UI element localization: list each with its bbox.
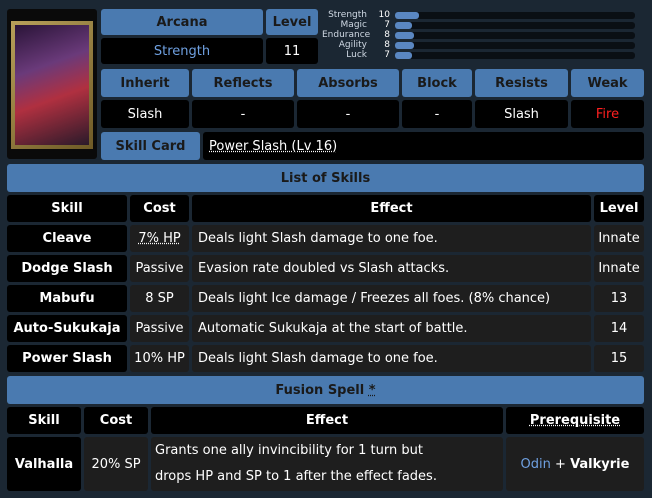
skill-card-header: Skill Card xyxy=(101,132,200,160)
skill-name: Mabufu xyxy=(7,285,127,312)
stat-label: Endurance xyxy=(322,30,371,40)
skill-name: Power Slash xyxy=(7,345,127,372)
affinity-block: - xyxy=(402,100,472,128)
affinity-header-weak: Weak xyxy=(571,69,644,97)
skill-name: Auto-Sukukaja xyxy=(7,315,127,342)
prereq-odin-link[interactable]: Odin xyxy=(521,457,551,472)
fusion-col-prerequisite[interactable]: Prerequisite xyxy=(506,407,644,434)
fusion-col-skill: Skill xyxy=(7,407,81,434)
skill-level: 14 xyxy=(594,315,644,342)
stat-label: Strength xyxy=(328,10,367,20)
affinity-inherit: Slash xyxy=(101,100,189,128)
skill-level: 15 xyxy=(594,345,644,372)
stat-bar xyxy=(395,12,635,19)
fusion-prerequisite: Odin + Valkyrie xyxy=(506,437,644,491)
skill-level: 13 xyxy=(594,285,644,312)
skill-effect: Evasion rate doubled vs Slash attacks. xyxy=(192,255,591,282)
affinity-absorbs: - xyxy=(297,100,399,128)
arcana-header: Arcana xyxy=(101,9,263,35)
skill-effect: Deals light Ice damage / Freezes all foe… xyxy=(192,285,591,312)
skill-card-link[interactable]: Power Slash (Lv 16) xyxy=(203,132,644,160)
level-header: Level xyxy=(266,9,318,35)
stats-panel: Strength 10 Magic 7 Endurance 8 Agility … xyxy=(322,10,648,64)
stat-value: 7 xyxy=(384,20,390,30)
skill-level: Innate xyxy=(594,255,644,282)
fusion-effect-line: Grants one ally invincibility for 1 turn… xyxy=(155,443,423,458)
stat-label: Agility xyxy=(338,40,367,50)
skills-col-level: Level xyxy=(594,195,644,222)
stat-value: 8 xyxy=(384,40,390,50)
prereq-plus: + xyxy=(555,456,566,472)
skill-level: Innate xyxy=(594,225,644,252)
fusion-title-text: Fusion Spell xyxy=(275,382,365,398)
portrait-frame xyxy=(11,21,93,149)
affinity-header-resists: Resists xyxy=(475,69,568,97)
affinity-resists: Slash xyxy=(475,100,568,128)
stat-bar xyxy=(395,42,635,49)
stat-bar xyxy=(395,52,635,59)
fusion-effect-line: drops HP and SP to 1 after the effect fa… xyxy=(155,469,437,484)
affinity-header-reflects: Reflects xyxy=(192,69,294,97)
fusion-col-effect: Effect xyxy=(151,407,503,434)
stat-label: Magic xyxy=(340,20,367,30)
skills-title: List of Skills xyxy=(7,164,644,192)
stat-bar xyxy=(395,32,635,39)
stat-bar xyxy=(395,22,635,29)
level-value: 11 xyxy=(266,38,318,64)
skill-cost: Passive xyxy=(130,255,189,282)
affinity-header-block: Block xyxy=(402,69,472,97)
skills-col-cost: Cost xyxy=(130,195,189,222)
skills-col-effect: Effect xyxy=(192,195,591,222)
stat-value: 10 xyxy=(378,10,390,20)
skill-cost: 10% HP xyxy=(130,345,189,372)
affinity-reflects: - xyxy=(192,100,294,128)
stat-value: 7 xyxy=(384,50,390,60)
skills-col-skill: Skill xyxy=(7,195,127,222)
skill-name: Cleave xyxy=(7,225,127,252)
stat-label: Luck xyxy=(346,50,367,60)
fusion-effect: Grants one ally invincibility for 1 turn… xyxy=(151,437,503,491)
skill-effect: Automatic Sukukaja at the start of battl… xyxy=(192,315,591,342)
fusion-cost: 20% SP xyxy=(84,437,148,491)
affinity-header-absorbs: Absorbs xyxy=(297,69,399,97)
fusion-title: Fusion Spell * xyxy=(7,376,644,404)
persona-image xyxy=(15,25,89,145)
skill-cost: 8 SP xyxy=(130,285,189,312)
arcana-value: Strength xyxy=(101,38,263,64)
affinity-weak: Fire xyxy=(571,100,644,128)
skill-cost[interactable]: 7% HP xyxy=(130,225,189,252)
skill-effect: Deals light Slash damage to one foe. xyxy=(192,345,591,372)
skill-cost: Passive xyxy=(130,315,189,342)
skill-name: Dodge Slash xyxy=(7,255,127,282)
skill-effect: Deals light Slash damage to one foe. xyxy=(192,225,591,252)
affinity-header-inherit: Inherit xyxy=(101,69,189,97)
prereq-valkyrie: Valkyrie xyxy=(570,456,630,472)
persona-portrait xyxy=(7,9,97,159)
stat-value: 8 xyxy=(384,30,390,40)
fusion-col-cost: Cost xyxy=(84,407,148,434)
fusion-skill: Valhalla xyxy=(7,437,81,491)
fusion-note-link[interactable]: * xyxy=(369,383,376,398)
